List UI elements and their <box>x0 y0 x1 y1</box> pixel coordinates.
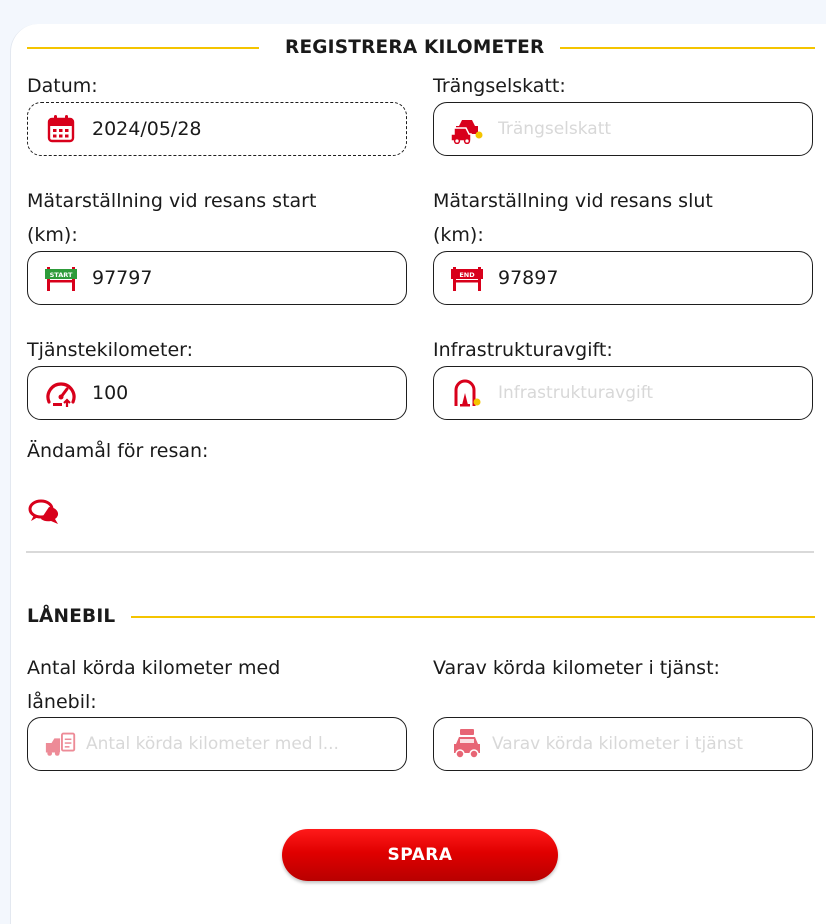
section-header-register: REGISTRERA KILOMETER <box>27 37 815 58</box>
section-header-loan-car: LÅNEBIL <box>27 606 815 627</box>
congestion-tax-input[interactable]: Trängselskatt <box>433 102 813 156</box>
form-card <box>10 24 826 924</box>
date-field[interactable]: 2024/05/28 <box>27 102 407 156</box>
date-label: Datum: <box>27 75 98 97</box>
odometer-start-value: 97797 <box>92 267 153 289</box>
congestion-tax-label: Trängselskatt: <box>433 75 566 97</box>
odometer-start-input[interactable]: START 97797 <box>27 251 407 305</box>
speedometer-icon <box>44 376 78 410</box>
loan-service-km-placeholder: Varav körda kilometer i tjänst <box>492 734 743 754</box>
odometer-end-label: Mätarställning vid resans slut (km): <box>433 184 713 252</box>
odometer-end-input[interactable]: END 97897 <box>433 251 813 305</box>
loan-total-km-label-line2: lånebil: <box>27 691 97 713</box>
end-gate-text: END <box>459 271 475 279</box>
purpose-label: Ändamål för resan: <box>27 440 209 462</box>
section-title: REGISTRERA KILOMETER <box>285 37 545 58</box>
odometer-end-label-line1: Mätarställning vid resans slut <box>433 190 713 212</box>
end-gate-icon: END <box>450 261 484 295</box>
odometer-end-value: 97897 <box>498 267 559 289</box>
section-divider <box>26 551 814 553</box>
date-value: 2024/05/28 <box>92 118 202 140</box>
congestion-tax-placeholder: Trängselskatt <box>498 119 612 139</box>
calendar-icon <box>44 112 78 146</box>
loan-service-km-input[interactable]: Varav körda kilometer i tjänst <box>433 717 813 771</box>
loan-service-km-label: Varav körda kilometer i tjänst: <box>433 657 720 679</box>
loan-car-icon <box>450 727 484 761</box>
loan-total-km-label: Antal körda kilometer med lånebil: <box>27 651 280 719</box>
tunnel-icon <box>450 376 484 410</box>
save-button[interactable]: SPARA <box>282 829 558 881</box>
start-gate-icon: START <box>44 261 78 295</box>
infrastructure-fee-placeholder: Infrastrukturavgift <box>498 383 654 403</box>
odometer-start-label-line2: (km): <box>27 224 78 246</box>
loan-total-km-label-line1: Antal körda kilometer med <box>27 657 281 679</box>
infrastructure-fee-input[interactable]: Infrastrukturavgift <box>433 366 813 420</box>
car-document-icon <box>44 727 78 761</box>
service-km-input[interactable]: 100 <box>27 366 407 420</box>
chat-bubbles-icon[interactable] <box>27 497 63 527</box>
service-km-value: 100 <box>92 382 129 404</box>
traffic-cars-icon <box>450 112 484 146</box>
loan-total-km-input[interactable]: Antal körda kilometer med l... <box>27 717 407 771</box>
odometer-start-label-line1: Mätarställning vid resans start <box>27 190 317 212</box>
odometer-start-label: Mätarställning vid resans start (km): <box>27 184 316 252</box>
infrastructure-fee-label: Infrastrukturavgift: <box>433 339 613 361</box>
section-title-loan-car: LÅNEBIL <box>27 606 116 627</box>
loan-total-km-placeholder: Antal körda kilometer med l... <box>86 734 339 754</box>
start-gate-text: START <box>50 271 73 279</box>
odometer-end-label-line2: (km): <box>433 224 484 246</box>
service-km-label: Tjänstekilometer: <box>27 339 194 361</box>
